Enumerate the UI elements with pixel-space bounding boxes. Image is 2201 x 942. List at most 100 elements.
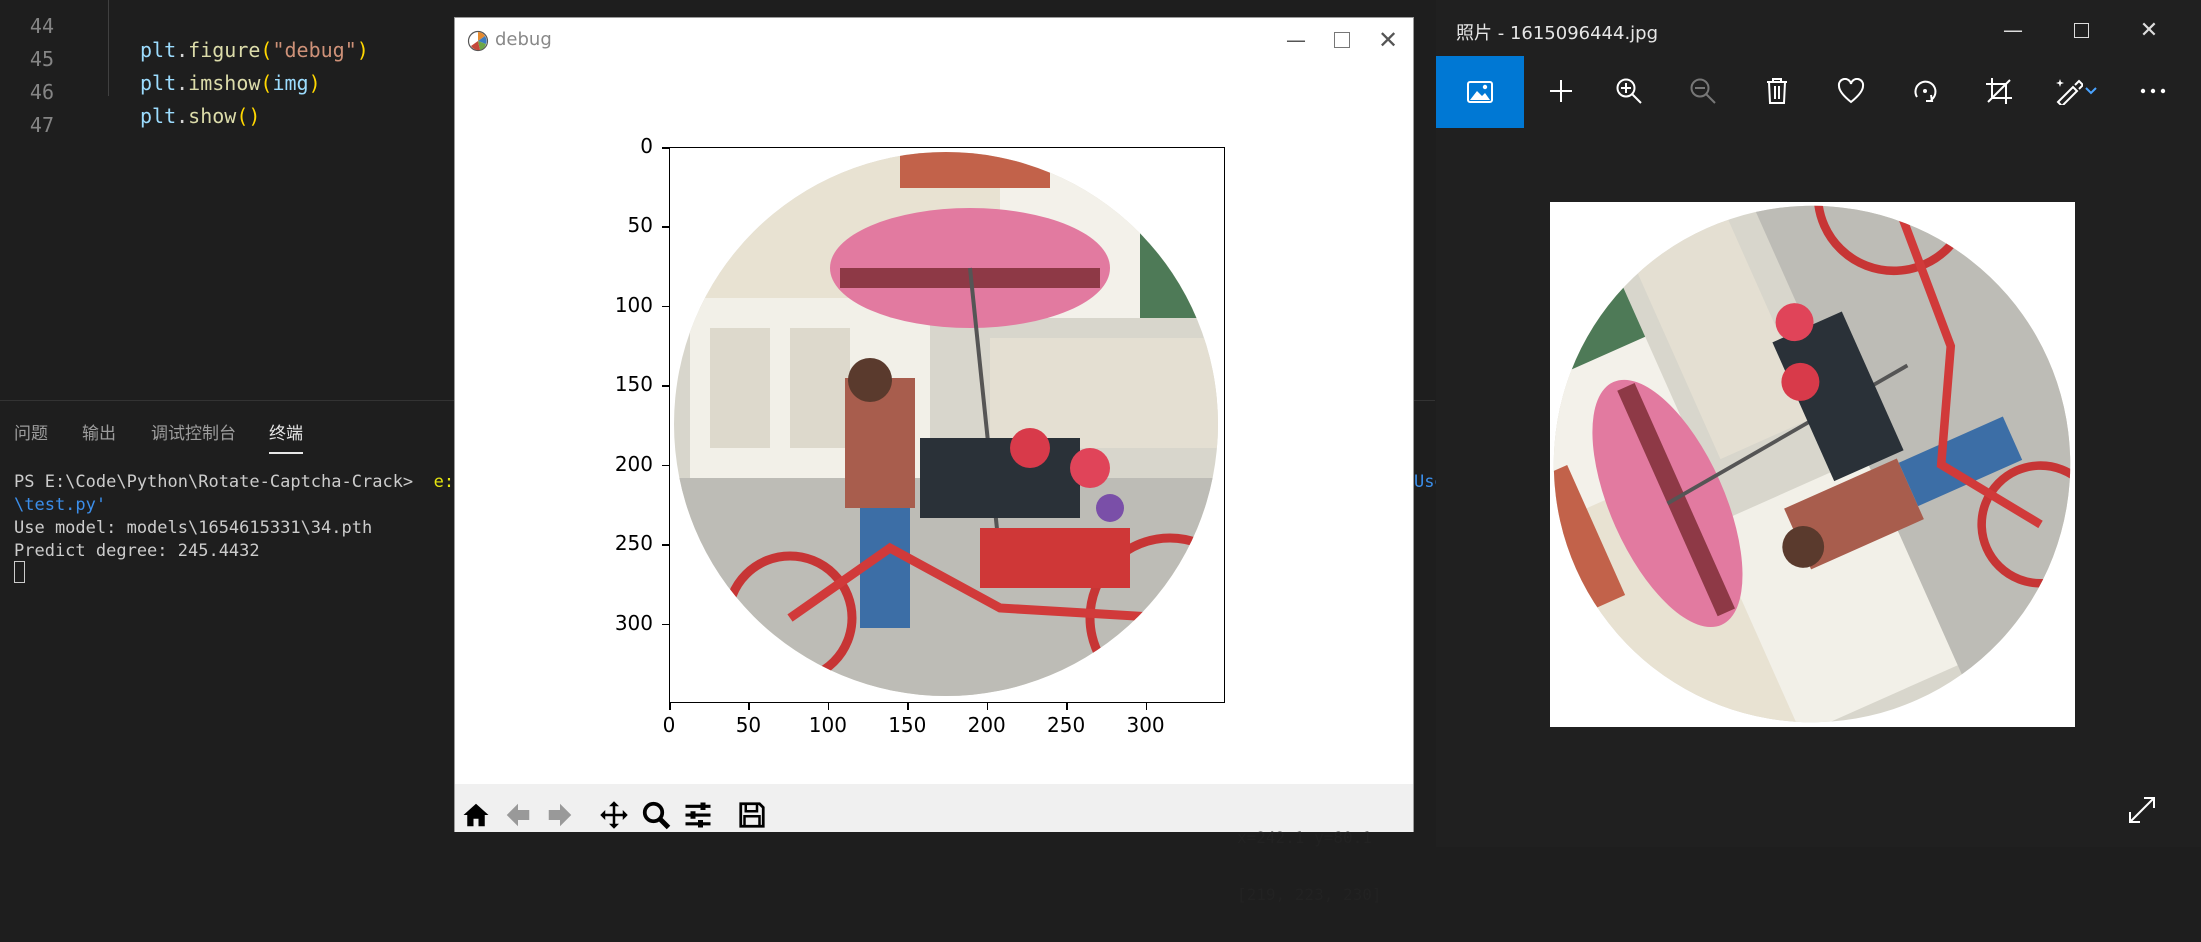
tab-output[interactable]: 输出	[82, 419, 116, 444]
home-icon	[463, 803, 489, 827]
tab-problems[interactable]: 问题	[14, 419, 48, 444]
save-icon	[739, 802, 765, 828]
close-icon: ✕	[2139, 17, 2159, 43]
configure-button[interactable]	[679, 796, 717, 834]
more-icon	[2140, 88, 2166, 94]
y-tick-mark	[662, 385, 669, 387]
y-tick-mark	[662, 305, 669, 308]
home-button[interactable]	[457, 796, 495, 834]
minimize-button[interactable]: —	[1273, 18, 1319, 62]
back-button[interactable]	[499, 796, 537, 834]
x-tick-label: 150	[888, 713, 927, 737]
matplotlib-window[interactable]: debug — ✕ x=242.1 y=80.1 [219, 223, 230]…	[454, 17, 1414, 904]
matplotlib-logo-icon	[467, 30, 489, 52]
edit-dropdown-button[interactable]	[2076, 56, 2106, 126]
y-tick-mark	[662, 147, 669, 149]
pan-button[interactable]	[595, 796, 633, 834]
rotate-button[interactable]	[1888, 56, 1962, 126]
y-tick-label: 150	[614, 372, 653, 397]
x-tick-mark	[748, 703, 750, 710]
photo-viewer-image[interactable]	[1550, 202, 2075, 727]
x-tick-label: 0	[662, 713, 676, 737]
chevron-down-icon	[2085, 87, 2097, 95]
add-button[interactable]	[1524, 56, 1598, 126]
terminal-line: \test.py'	[14, 495, 107, 515]
x-tick-label: 50	[735, 713, 762, 737]
expand-icon	[2129, 797, 2155, 823]
coords-text: x=242.1 y=80.1	[1237, 828, 1372, 847]
tab-debug-console[interactable]: 调试控制台	[151, 419, 236, 444]
delete-button[interactable]	[1740, 56, 1814, 126]
terminal-line: Predict degree: 245.4432	[14, 541, 260, 561]
y-tick-mark	[662, 544, 669, 546]
original-photo	[1550, 202, 2075, 727]
rotated-captcha-image	[674, 152, 1218, 696]
y-tick-label: 0	[640, 134, 653, 158]
forward-button[interactable]	[541, 796, 579, 834]
maximize-button[interactable]	[1319, 18, 1365, 62]
minimize-icon: —	[2003, 18, 2023, 42]
x-tick-label: 250	[1047, 713, 1086, 737]
view-image-button[interactable]	[1436, 56, 1524, 128]
terminal-prompt: PS E:\Code\Python\Rotate-Captcha-Crack>	[14, 472, 414, 492]
maximize-icon	[2073, 22, 2089, 38]
favorite-icon	[1837, 78, 1865, 104]
line-number: 47	[29, 113, 54, 137]
x-tick-mark	[907, 703, 909, 710]
x-tick-label: 100	[808, 713, 847, 737]
tab-terminal[interactable]: 终端	[269, 419, 303, 454]
x-tick-label: 200	[967, 713, 1006, 737]
add-icon	[1550, 80, 1572, 102]
mpl-toolbar: x=242.1 y=80.1 [219, 223, 230]	[455, 784, 1413, 904]
fullscreen-button[interactable]	[2126, 794, 2162, 830]
more-button[interactable]	[2116, 56, 2190, 126]
favorite-button[interactable]	[1814, 56, 1888, 126]
maximize-icon	[1334, 32, 1350, 48]
delete-icon	[1767, 78, 1787, 104]
y-tick-label: 250	[614, 531, 653, 556]
window-titlebar[interactable]: 照片 - 1615096444.jpg — ✕	[1436, 0, 2201, 56]
y-tick-mark	[662, 623, 669, 626]
crop-icon	[1986, 78, 2012, 104]
back-icon	[506, 803, 530, 827]
x-tick-label: 300	[1126, 713, 1165, 737]
close-button[interactable]: ✕	[1365, 18, 1411, 62]
x-tick-mark	[827, 703, 830, 710]
image-icon	[1467, 81, 1493, 103]
zoom-out-icon	[1690, 78, 1716, 104]
window-title: debug	[495, 29, 552, 50]
minimize-button[interactable]: —	[1990, 8, 2036, 52]
maximize-button[interactable]	[2058, 8, 2104, 52]
close-button[interactable]: ✕	[2126, 8, 2172, 52]
pixel-value-text: [219, 223, 230]	[1237, 885, 1382, 904]
window-title: 照片 - 1615096444.jpg	[1456, 23, 1659, 44]
plot-axes[interactable]	[669, 147, 1225, 703]
x-tick-mark	[669, 703, 671, 710]
pan-icon	[600, 801, 628, 829]
y-tick-label: 100	[614, 292, 653, 317]
y-tick-label: 200	[614, 451, 653, 476]
terminal-cursor	[14, 561, 25, 583]
configure-icon	[685, 802, 711, 828]
y-tick-label: 300	[614, 610, 653, 635]
save-button[interactable]	[733, 796, 771, 834]
y-tick-mark	[662, 464, 669, 467]
x-tick-mark	[986, 703, 989, 710]
zoom-in-button[interactable]	[1592, 56, 1666, 126]
minimize-icon: —	[1286, 28, 1306, 52]
close-icon: ✕	[1377, 26, 1399, 54]
y-tick-label: 50	[627, 213, 653, 238]
crop-button[interactable]	[1962, 56, 2036, 126]
window-titlebar[interactable]: debug — ✕	[455, 18, 1413, 62]
photos-window[interactable]: 照片 - 1615096444.jpg — ✕	[1436, 0, 2201, 847]
y-tick-mark	[662, 226, 669, 228]
cursor-readout: x=242.1 y=80.1 [219, 223, 230]	[1237, 790, 1382, 942]
zoom-button[interactable]	[637, 796, 675, 834]
x-tick-mark	[1145, 703, 1148, 710]
rotate-icon	[1914, 80, 1937, 102]
zoom-out-button[interactable]	[1666, 56, 1740, 126]
x-tick-mark	[1066, 703, 1068, 710]
zoom-icon	[642, 801, 671, 830]
zoom-in-icon	[1616, 78, 1642, 104]
forward-icon	[548, 803, 572, 827]
